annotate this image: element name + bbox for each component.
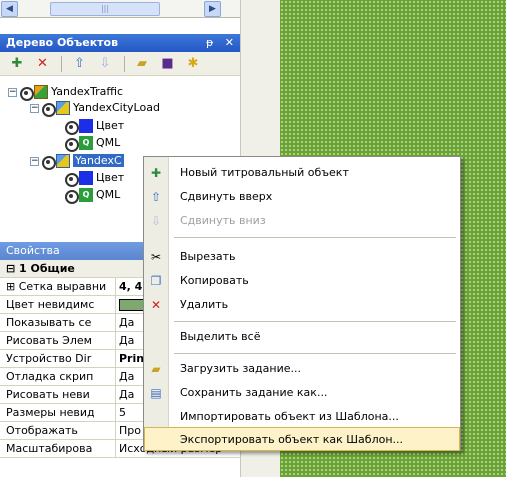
- menu-item-label: Экспортировать объект как Шаблон...: [180, 433, 404, 446]
- scroll-left-button[interactable]: ◀: [1, 1, 18, 17]
- property-key: Размеры невид: [0, 404, 116, 421]
- tree-node-label: QML: [96, 188, 121, 201]
- property-key: Устройство Dir: [0, 350, 116, 367]
- menu-separator: [174, 353, 456, 354]
- delete-icon[interactable]: ✕: [34, 55, 52, 73]
- city-icon: [56, 101, 70, 115]
- menu-separator: [174, 237, 456, 238]
- menu-item-label: Сдвинуть вниз: [180, 214, 266, 227]
- save-as-icon: ▤: [150, 386, 162, 400]
- tree-node-label: Цвет: [96, 171, 125, 184]
- tree-node-label: YandexC: [73, 154, 124, 167]
- menu-item-delete[interactable]: ✕ Удалить: [144, 293, 460, 317]
- context-menu: ✚ Новый титровальный объект ⇧ Сдвинуть в…: [143, 156, 461, 451]
- close-icon[interactable]: ✕: [225, 36, 234, 49]
- menu-item-label: Удалить: [180, 298, 229, 311]
- menu-item-select-all[interactable]: Выделить всё: [144, 325, 460, 349]
- tree-node-label: YandexTraffic: [51, 85, 124, 98]
- visibility-eye-icon[interactable]: [64, 137, 79, 152]
- tree-node-yandexcityload[interactable]: − YandexCityLoad: [30, 100, 160, 117]
- tree-node-qml[interactable]: Q QML: [64, 135, 121, 152]
- menu-item-label: Вырезать: [180, 250, 236, 263]
- visibility-eye-icon[interactable]: [19, 86, 34, 101]
- menu-item-save-task-as[interactable]: ▤ Сохранить задание как...: [144, 381, 460, 405]
- tree-node-color[interactable]: Цвет: [64, 118, 125, 135]
- city-icon: [56, 154, 70, 168]
- tree-node-yandexcity-selected[interactable]: − YandexC: [30, 153, 124, 170]
- pin-icon[interactable]: ᵽ: [206, 36, 213, 49]
- panel-title: Дерево Объектов: [6, 36, 119, 49]
- collapse-icon[interactable]: −: [8, 87, 17, 97]
- visibility-eye-icon[interactable]: [64, 120, 79, 135]
- scroll-right-button[interactable]: ▶: [204, 1, 221, 17]
- toolbar-separator: [123, 56, 125, 72]
- save-icon[interactable]: ■: [159, 55, 177, 73]
- property-key: Отображать: [0, 422, 116, 439]
- move-up-icon[interactable]: ⇧: [71, 55, 89, 73]
- property-key: Рисовать Элем: [0, 332, 116, 349]
- scroll-thumb[interactable]: |||: [50, 2, 160, 16]
- tree-node-qml[interactable]: Q QML: [64, 187, 121, 204]
- move-down-icon[interactable]: ⇩: [96, 55, 114, 73]
- property-key: Рисовать неви: [0, 386, 116, 403]
- menu-item-cut[interactable]: ✂ Вырезать: [144, 245, 460, 269]
- menu-item-label: Выделить всё: [180, 330, 261, 343]
- visibility-eye-icon[interactable]: [41, 102, 56, 117]
- add-titled-object-icon[interactable]: ✚: [8, 55, 26, 73]
- menu-item-move-up[interactable]: ⇧ Сдвинуть вверх: [144, 185, 460, 209]
- expand-icon[interactable]: ⊞: [6, 280, 19, 293]
- menu-separator: [174, 321, 456, 322]
- object-tree-titlebar: Дерево Объектов ᵽ ✕: [0, 34, 240, 52]
- menu-item-label: Загрузить задание...: [180, 362, 301, 375]
- collapse-icon[interactable]: −: [30, 156, 39, 166]
- menu-item-label: Копировать: [180, 274, 249, 287]
- qml-icon: Q: [79, 188, 93, 202]
- category-label: 1 Общие: [19, 262, 75, 275]
- move-down-icon: ⇩: [150, 214, 162, 228]
- menu-item-new-titled-object[interactable]: ✚ Новый титровальный объект: [144, 161, 460, 185]
- menu-item-export-as-template[interactable]: Экспортировать объект как Шаблон...: [144, 427, 460, 451]
- titled-object-icon: ✚: [150, 166, 162, 180]
- blue-square-icon: [79, 119, 93, 133]
- collapse-icon[interactable]: ⊟: [6, 262, 19, 275]
- new-object-icon[interactable]: ✱: [184, 55, 202, 73]
- open-folder-icon: ▰: [151, 362, 161, 376]
- delete-icon: ✕: [150, 298, 162, 312]
- tree-node-label: Цвет: [96, 119, 125, 132]
- property-key: ⊞ Сетка выравни: [0, 278, 116, 295]
- visibility-eye-icon[interactable]: [64, 189, 79, 204]
- open-folder-icon[interactable]: ▰: [133, 55, 151, 73]
- traffic-icon: [34, 85, 48, 99]
- qml-icon: Q: [79, 136, 93, 150]
- menu-item-import-from-template[interactable]: Импортировать объект из Шаблона...: [144, 405, 460, 429]
- tree-toolbar: ✚ ✕ ⇧ ⇩ ▰ ■ ✱: [0, 52, 240, 76]
- menu-item-move-down: ⇩ Сдвинуть вниз: [144, 209, 460, 233]
- property-key: Масштабирова: [0, 440, 116, 457]
- menu-item-label: Сдвинуть вверх: [180, 190, 273, 203]
- visibility-eye-icon[interactable]: [64, 172, 79, 187]
- tree-node-color[interactable]: Цвет: [64, 170, 125, 187]
- menu-item-label: Новый титровальный объект: [180, 166, 349, 179]
- menu-item-copy[interactable]: ❐ Копировать: [144, 269, 460, 293]
- visibility-eye-icon[interactable]: [41, 155, 56, 170]
- toolbar-separator: [61, 56, 62, 72]
- scissors-icon: ✂: [150, 250, 162, 264]
- move-up-icon: ⇧: [150, 190, 162, 204]
- tree-node-label: YandexCityLoad: [73, 101, 160, 114]
- menu-item-load-task[interactable]: ▰ Загрузить задание...: [144, 357, 460, 381]
- menu-item-label: Сохранить задание как...: [180, 386, 328, 399]
- tree-node-yandextraffic[interactable]: − YandexTraffic: [8, 84, 124, 101]
- copy-icon: ❐: [150, 274, 162, 288]
- menu-item-label: Импортировать объект из Шаблона...: [180, 410, 399, 423]
- horizontal-scrollbar[interactable]: ◀ ||| ▶: [0, 0, 240, 18]
- property-key: Отладка скрип: [0, 368, 116, 385]
- property-key: Цвет невидимс: [0, 296, 116, 313]
- property-key: Показывать се: [0, 314, 116, 331]
- tree-node-label: QML: [96, 136, 121, 149]
- collapse-icon[interactable]: −: [30, 103, 39, 113]
- blue-square-icon: [79, 171, 93, 185]
